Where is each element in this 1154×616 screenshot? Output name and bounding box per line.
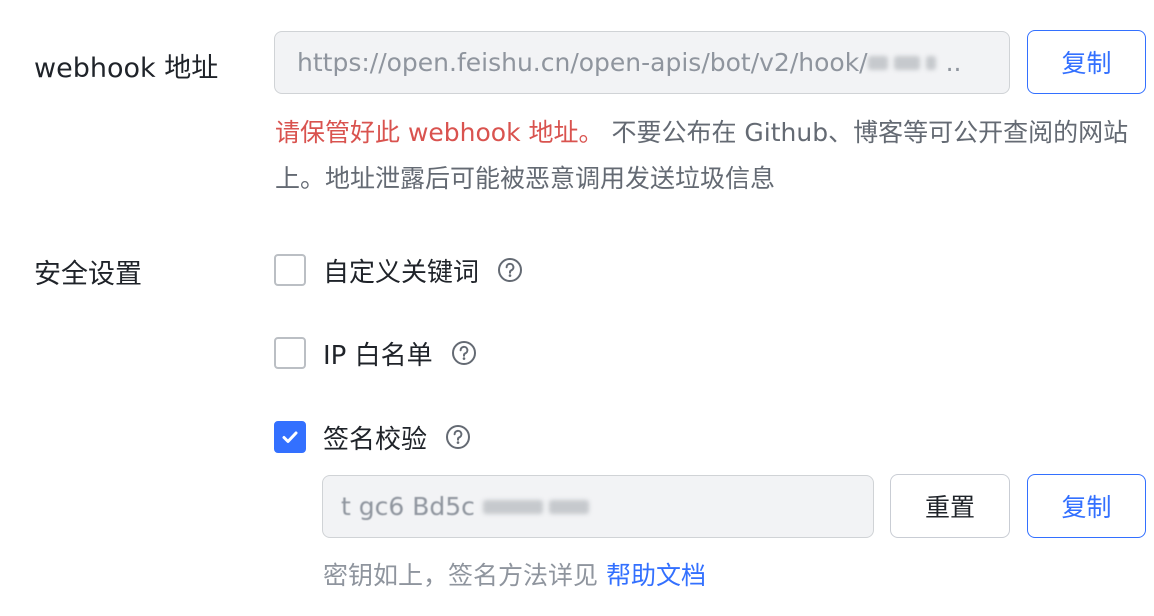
redacted-token: [925, 55, 936, 70]
redacted-token: [893, 55, 920, 70]
webhook-warning: 请保管好此 webhook 地址。 不要公布在 Github、博客等可公开查阅的…: [275, 110, 1135, 202]
help-circle-icon[interactable]: [497, 257, 523, 283]
signature-verification-checkbox[interactable]: [274, 421, 306, 453]
checkmark-icon: [282, 431, 298, 443]
redacted-token: [482, 499, 543, 514]
webhook-url-text: https://open.feishu.cn/open-apis/bot/v2/…: [297, 48, 868, 77]
option-custom-keywords[interactable]: 自定义关键词: [274, 250, 523, 290]
custom-keywords-checkbox[interactable]: [274, 254, 306, 286]
webhook-label: webhook 地址: [34, 53, 219, 84]
bot-settings-panel: webhook 地址 https://open.feishu.cn/open-a…: [0, 0, 1154, 616]
ip-whitelist-checkbox[interactable]: [274, 337, 306, 369]
copy-webhook-button[interactable]: 复制: [1027, 30, 1146, 94]
redacted-token: [548, 499, 589, 514]
option-signature-verification[interactable]: 签名校验: [274, 417, 471, 457]
help-circle-icon[interactable]: [445, 424, 471, 450]
custom-keywords-label: 自定义关键词: [323, 257, 480, 288]
help-circle-icon[interactable]: [451, 340, 477, 366]
help-docs-link[interactable]: 帮助文档: [606, 561, 706, 590]
secret-hint-text: 密钥如上，签名方法详见: [323, 561, 606, 590]
signature-verification-label: 签名校验: [323, 424, 428, 455]
webhook-warning-danger: 请保管好此 webhook 地址。: [275, 118, 604, 147]
webhook-url-ellipsis: ..: [945, 48, 962, 77]
secret-hint: 密钥如上，签名方法详见 帮助文档: [323, 556, 706, 592]
ip-whitelist-label: IP 白名单: [323, 340, 433, 371]
secret-key-field[interactable]: t gc6 Bd5c: [322, 475, 874, 538]
webhook-url-field[interactable]: https://open.feishu.cn/open-apis/bot/v2/…: [274, 31, 1010, 94]
security-settings-label: 安全设置: [34, 259, 142, 290]
option-ip-whitelist[interactable]: IP 白名单: [274, 333, 477, 373]
copy-secret-button[interactable]: 复制: [1027, 474, 1146, 538]
redacted-token: [867, 55, 888, 70]
secret-key-text: t gc6 Bd5c: [341, 492, 475, 521]
reset-secret-button[interactable]: 重置: [890, 474, 1010, 538]
